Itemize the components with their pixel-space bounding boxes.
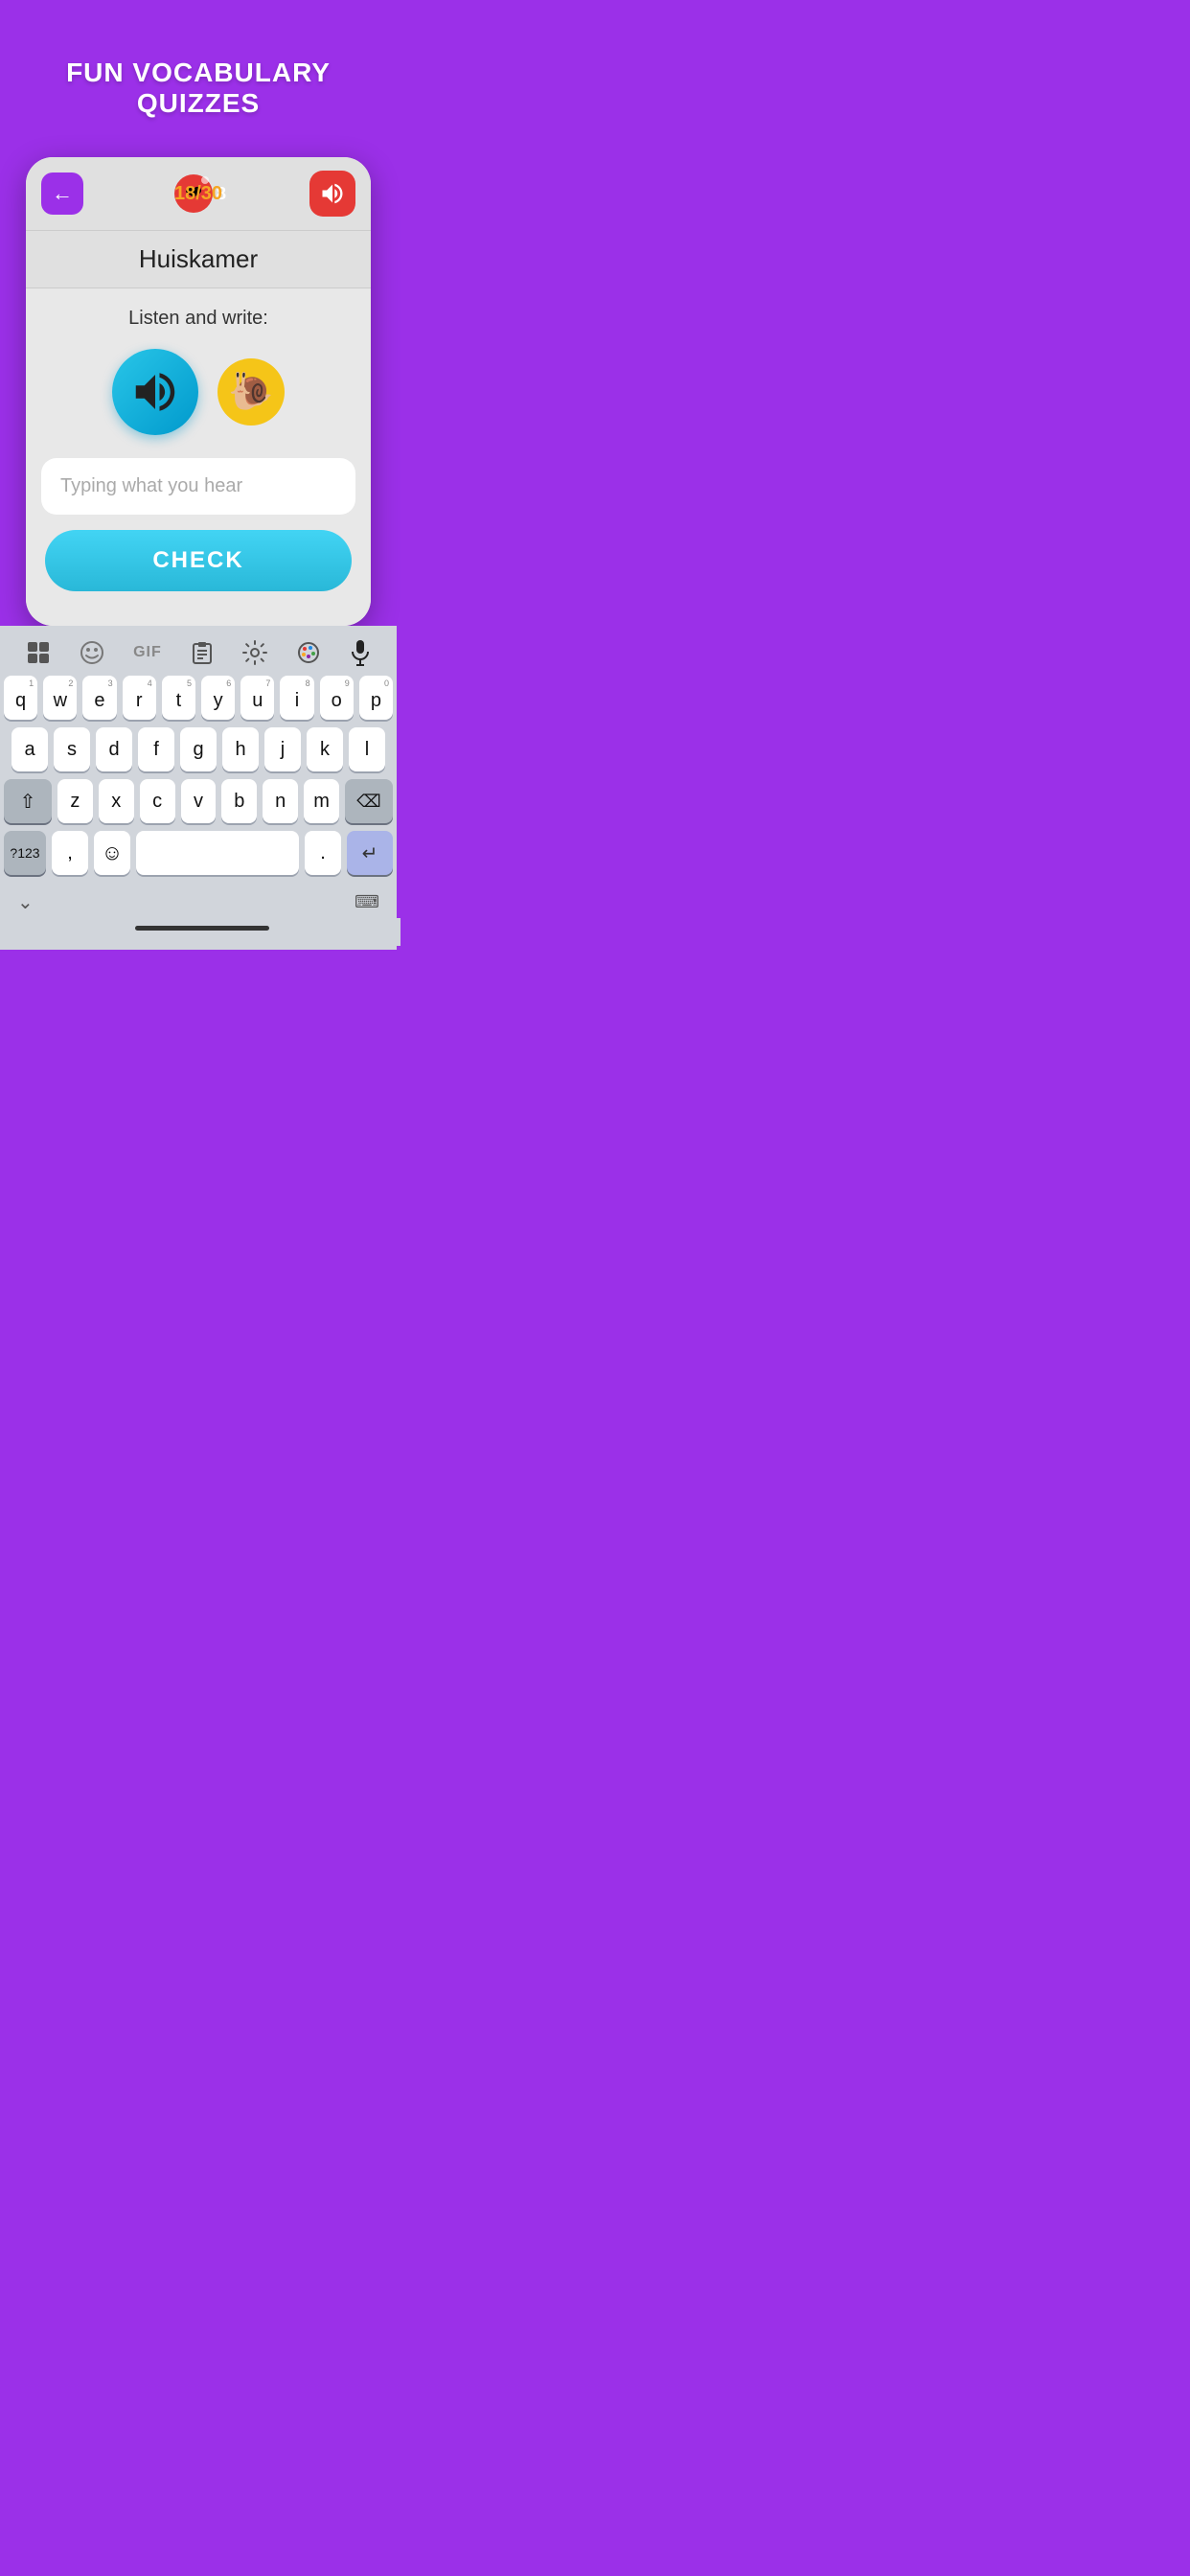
emoji-icon: ☺ — [102, 840, 123, 865]
keyboard-sticker-button[interactable] — [80, 640, 104, 665]
key-x[interactable]: x — [99, 779, 134, 823]
keyboard-row-4: ?123 , ☺ . ↵ — [4, 831, 393, 875]
key-enter[interactable]: ↵ — [347, 831, 393, 875]
slow-speed-button[interactable]: 🐌 — [217, 358, 285, 426]
sticker-icon — [80, 640, 104, 665]
key-e[interactable]: 3e — [82, 676, 116, 720]
progress-indicator: 18/30 — [174, 183, 222, 205]
keyboard-row-3: ⇧ z x c v b n m ⌫ — [4, 779, 393, 823]
key-z[interactable]: z — [57, 779, 93, 823]
key-y[interactable]: 6y — [201, 676, 235, 720]
key-t[interactable]: 5t — [162, 676, 195, 720]
check-button[interactable]: CHECK — [45, 530, 352, 591]
gear-icon — [242, 640, 267, 665]
enter-icon: ↵ — [362, 841, 378, 865]
key-a[interactable]: a — [11, 727, 48, 771]
answer-input-box[interactable]: Typing what you hear — [41, 458, 355, 515]
backspace-icon: ⌫ — [356, 792, 380, 812]
microphone-icon — [350, 639, 371, 666]
shift-icon: ⇧ — [20, 790, 36, 814]
gif-label: GIF — [133, 644, 162, 661]
keyboard-grid-button[interactable] — [26, 640, 51, 665]
key-g[interactable]: g — [180, 727, 217, 771]
sound-button[interactable] — [309, 171, 355, 217]
keyboard-toolbar: GIF — [4, 633, 393, 676]
symbols-label: ?123 — [10, 845, 39, 861]
input-placeholder-text: Typing what you hear — [60, 475, 242, 496]
key-q[interactable]: 1q — [4, 676, 37, 720]
instruction-text: Listen and write: — [41, 308, 355, 330]
keyboard-dismiss-button[interactable]: ⌄ — [17, 890, 34, 914]
key-symbols[interactable]: ?123 — [4, 831, 46, 875]
key-h[interactable]: h — [222, 727, 259, 771]
key-p[interactable]: 0p — [359, 676, 393, 720]
key-v[interactable]: v — [181, 779, 217, 823]
key-s[interactable]: s — [54, 727, 90, 771]
keyboard-gif-button[interactable]: GIF — [133, 644, 162, 661]
keyboard-settings-button[interactable] — [242, 640, 267, 665]
keyboard-palette-button[interactable] — [296, 640, 321, 665]
keyboard-row-1: 1q 2w 3e 4r 5t 6y 7u 8i 9o 0p — [4, 676, 393, 720]
key-comma[interactable]: , — [52, 831, 88, 875]
back-button[interactable]: ← — [41, 172, 83, 215]
key-space[interactable] — [136, 831, 299, 875]
key-backspace[interactable]: ⌫ — [345, 779, 393, 823]
back-arrow-icon: ← — [52, 181, 73, 206]
key-w[interactable]: 2w — [43, 676, 77, 720]
quiz-card: ← ❤ 8 18/30 Huiskamer Listen and write: — [26, 157, 371, 626]
key-l[interactable]: l — [349, 727, 385, 771]
play-audio-button[interactable] — [112, 349, 198, 435]
key-d[interactable]: d — [96, 727, 132, 771]
clipboard-icon — [191, 640, 214, 665]
sound-icon — [319, 180, 346, 207]
grid-icon — [26, 640, 51, 665]
period-label: . — [320, 842, 326, 864]
home-bar-indicator — [135, 926, 269, 931]
keyboard-switch-icon[interactable]: ⌨ — [355, 892, 379, 912]
speaker-icon — [129, 366, 181, 418]
key-i[interactable]: 8i — [280, 676, 313, 720]
key-period[interactable]: . — [305, 831, 341, 875]
audio-controls-row: 🐌 — [41, 349, 355, 435]
exercise-area: Listen and write: 🐌 Typing what you hear… — [26, 288, 371, 626]
palette-icon — [296, 640, 321, 665]
keyboard-row-2: a s d f g h j k l — [4, 727, 393, 771]
key-f[interactable]: f — [138, 727, 174, 771]
keyboard-clipboard-button[interactable] — [191, 640, 214, 665]
key-b[interactable]: b — [221, 779, 257, 823]
key-j[interactable]: j — [264, 727, 301, 771]
key-emoji[interactable]: ☺ — [94, 831, 130, 875]
key-o[interactable]: 9o — [320, 676, 354, 720]
keyboard: GIF — [0, 626, 397, 950]
vocabulary-word: Huiskamer — [139, 244, 258, 273]
comma-label: , — [67, 842, 73, 864]
home-bar — [4, 918, 400, 946]
key-r[interactable]: 4r — [123, 676, 156, 720]
keyboard-mic-button[interactable] — [350, 639, 371, 666]
key-k[interactable]: k — [307, 727, 343, 771]
key-c[interactable]: c — [140, 779, 175, 823]
check-button-label: CHECK — [152, 547, 243, 573]
key-m[interactable]: m — [304, 779, 339, 823]
key-u[interactable]: 7u — [240, 676, 274, 720]
key-n[interactable]: n — [263, 779, 298, 823]
app-title: FUN VOCABULARY QUIZZES — [0, 58, 397, 119]
word-display: Huiskamer — [26, 230, 371, 288]
card-header: ← ❤ 8 18/30 — [26, 157, 371, 230]
keyboard-bottom: ⌄ ⌨ — [4, 883, 393, 918]
key-shift[interactable]: ⇧ — [4, 779, 52, 823]
snail-icon: 🐌 — [228, 371, 273, 413]
app-header: FUN VOCABULARY QUIZZES — [0, 0, 397, 119]
